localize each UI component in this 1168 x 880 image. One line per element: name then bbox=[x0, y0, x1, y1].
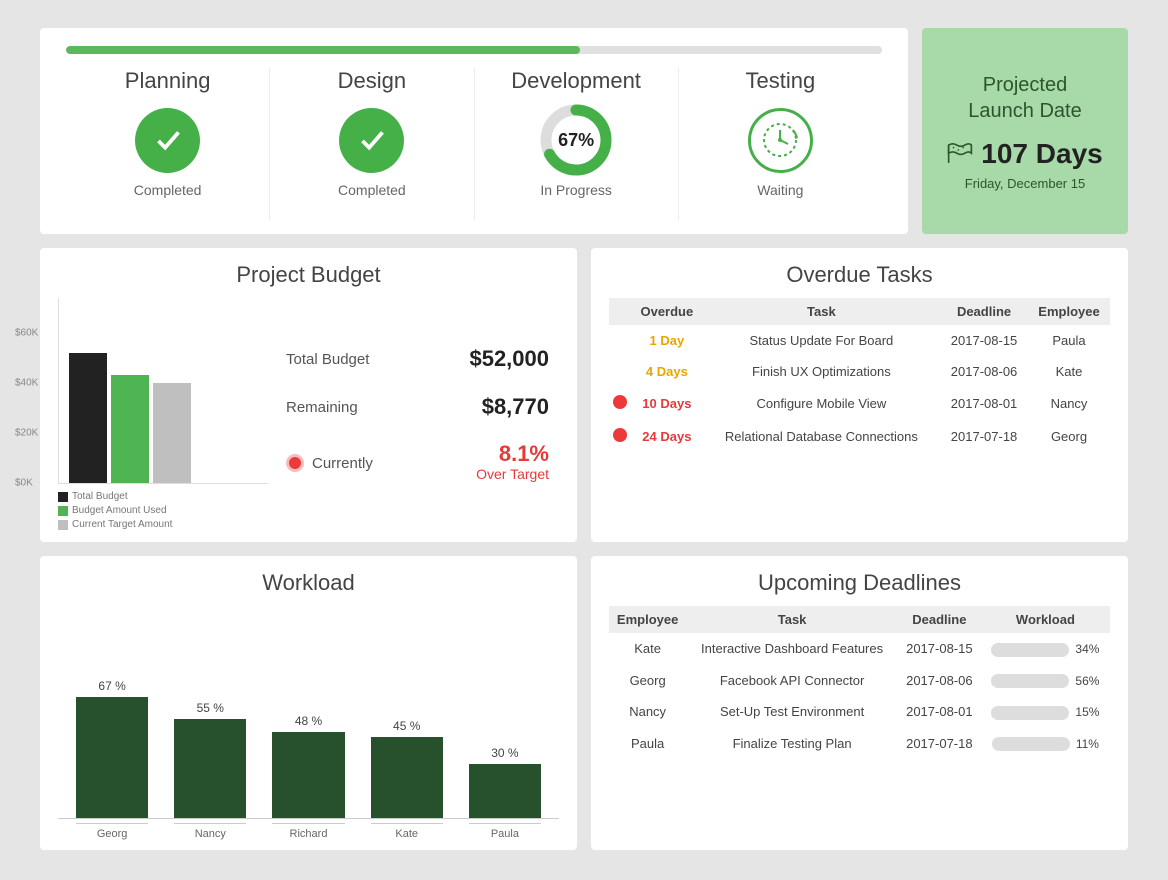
phase-status: Completed bbox=[134, 182, 202, 198]
table-header: Employee bbox=[609, 606, 686, 633]
progress-donut-icon: 67% bbox=[540, 104, 612, 176]
phase-planning: Planning Completed bbox=[66, 68, 270, 220]
table-header: Task bbox=[686, 606, 898, 633]
workload-bar: 67 % bbox=[76, 679, 148, 818]
table-header: Workload bbox=[981, 606, 1110, 633]
table-row: 4 DaysFinish UX Optimizations2017-08-06K… bbox=[609, 356, 1110, 387]
severity-dot-icon bbox=[613, 428, 627, 442]
table-row: PaulaFinalize Testing Plan2017-07-1811% bbox=[609, 728, 1110, 760]
table-row: KateInteractive Dashboard Features2017-0… bbox=[609, 633, 1110, 665]
table-row: 24 DaysRelational Database Connections20… bbox=[609, 420, 1110, 453]
launch-card: ProjectedLaunch Date 107 Days Friday, De… bbox=[922, 28, 1128, 234]
phase-testing: Testing Waiting bbox=[679, 68, 882, 220]
phases-card: Planning Completed Design Completed Developm… bbox=[40, 28, 908, 234]
severity-dot-icon bbox=[613, 395, 627, 409]
workload-bar: 30 % bbox=[469, 746, 541, 818]
table-row: GeorgFacebook API Connector2017-08-0656% bbox=[609, 665, 1110, 697]
budget-title: Project Budget bbox=[58, 262, 559, 288]
phase-title: Planning bbox=[125, 68, 211, 94]
workload-pill bbox=[991, 643, 1069, 657]
workload-pill bbox=[991, 706, 1069, 720]
legend-item: Budget Amount Used bbox=[58, 504, 268, 518]
budget-legend: Total BudgetBudget Amount UsedCurrent Ta… bbox=[58, 490, 268, 532]
stat-total: Total Budget $52,000 bbox=[286, 346, 549, 372]
table-header: Deadline bbox=[940, 298, 1028, 325]
table-header: Employee bbox=[1028, 298, 1110, 325]
table-header: Overdue bbox=[631, 298, 703, 325]
phase-status: Waiting bbox=[757, 182, 803, 198]
legend-item: Total Budget bbox=[58, 490, 268, 504]
workload-category-label: Nancy bbox=[174, 823, 246, 840]
phase-title: Development bbox=[511, 68, 641, 94]
flag-icon bbox=[947, 143, 973, 165]
budget-bar bbox=[153, 383, 191, 483]
phase-development: Development 67% In Progress bbox=[475, 68, 679, 220]
workload-pill bbox=[992, 737, 1070, 751]
budget-chart: $0K$20K$40K$60K Total BudgetBudget Amoun… bbox=[58, 298, 268, 532]
workload-bar: 48 % bbox=[272, 714, 344, 818]
workload-card: Workload 67 % 55 % 48 % 45 % 30 % Georg Nancy… bbox=[40, 556, 577, 850]
workload-category-label: Georg bbox=[76, 823, 148, 840]
launch-title: ProjectedLaunch Date bbox=[968, 72, 1081, 124]
clock-icon bbox=[748, 108, 813, 173]
upcoming-table: EmployeeTaskDeadlineWorkload KateInterac… bbox=[609, 606, 1110, 759]
budget-stats: Total Budget $52,000 Remaining $8,770 Cu… bbox=[286, 298, 559, 532]
workload-category-label: Kate bbox=[371, 823, 443, 840]
phase-design: Design Completed bbox=[270, 68, 474, 220]
overdue-title: Overdue Tasks bbox=[609, 262, 1110, 288]
upcoming-card: Upcoming Deadlines EmployeeTaskDeadlineW… bbox=[591, 556, 1128, 850]
table-row: 1 DayStatus Update For Board2017-08-15Pa… bbox=[609, 325, 1110, 356]
table-row: 10 DaysConfigure Mobile View2017-08-01Na… bbox=[609, 387, 1110, 420]
phase-title: Design bbox=[338, 68, 406, 94]
workload-bar: 55 % bbox=[174, 701, 246, 818]
workload-bar: 45 % bbox=[371, 719, 443, 818]
stat-remaining: Remaining $8,770 bbox=[286, 394, 549, 420]
check-icon bbox=[135, 108, 200, 173]
budget-bar bbox=[69, 353, 107, 483]
workload-title: Workload bbox=[58, 570, 559, 596]
workload-categories: Georg Nancy Richard Kate Paula bbox=[58, 819, 559, 840]
legend-item: Current Target Amount bbox=[58, 518, 268, 532]
phase-status: Completed bbox=[338, 182, 406, 198]
overall-progress-fill bbox=[66, 46, 580, 54]
table-header: Task bbox=[703, 298, 940, 325]
check-icon bbox=[339, 108, 404, 173]
budget-plot: $0K$20K$40K$60K bbox=[58, 298, 268, 484]
stat-over-target: Currently 8.1% Over Target bbox=[286, 442, 549, 484]
budget-card: Project Budget $0K$20K$40K$60K Total Bud… bbox=[40, 248, 577, 542]
overdue-table: OverdueTaskDeadlineEmployee 1 DayStatus … bbox=[609, 298, 1110, 453]
overdue-card: Overdue Tasks OverdueTaskDeadlineEmploye… bbox=[591, 248, 1128, 542]
phase-title: Testing bbox=[746, 68, 816, 94]
workload-category-label: Paula bbox=[469, 823, 541, 840]
phase-status: In Progress bbox=[540, 182, 612, 198]
workload-category-label: Richard bbox=[272, 823, 344, 840]
workload-pill bbox=[991, 674, 1069, 688]
phases-container: Planning Completed Design Completed Developm… bbox=[66, 68, 882, 220]
table-header: Deadline bbox=[898, 606, 981, 633]
over-target-dot-icon bbox=[286, 454, 304, 472]
upcoming-title: Upcoming Deadlines bbox=[609, 570, 1110, 596]
overall-progress-bar bbox=[66, 46, 882, 54]
launch-date: Friday, December 15 bbox=[965, 176, 1085, 191]
launch-days: 107 Days bbox=[947, 138, 1102, 170]
workload-plot: 67 % 55 % 48 % 45 % 30 % bbox=[58, 606, 559, 819]
table-row: NancySet-Up Test Environment2017-08-0115… bbox=[609, 696, 1110, 728]
budget-bar bbox=[111, 375, 149, 483]
